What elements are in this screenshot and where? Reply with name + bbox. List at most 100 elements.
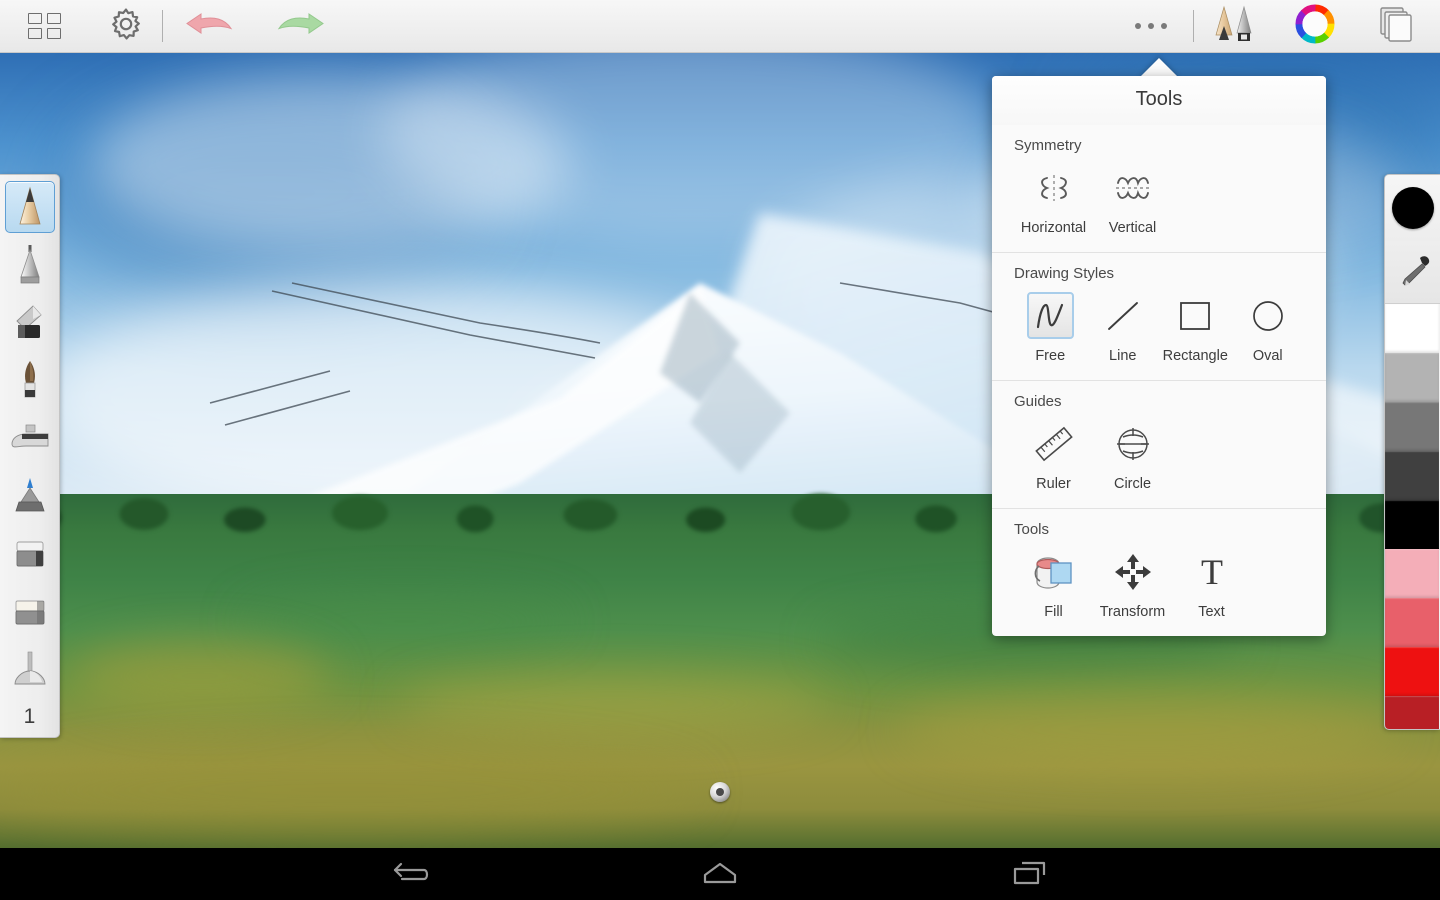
color-palette [1384, 174, 1440, 730]
canvas-field-blob [70, 641, 330, 712]
more-dots-icon [1135, 23, 1167, 29]
nav-home-button[interactable] [685, 848, 755, 900]
color-swatch[interactable] [1385, 304, 1439, 353]
pencil-pen-icon [1211, 3, 1261, 50]
section-items: Free Line Rectangle Oval [1014, 292, 1304, 364]
symmetry-vertical-icon [1109, 164, 1156, 211]
tool-item-free[interactable]: Free [1014, 292, 1087, 364]
line-icon [1107, 301, 1138, 330]
tool-item-line[interactable]: Line [1087, 292, 1160, 364]
gallery-button[interactable] [0, 0, 90, 53]
round-brush-icon [24, 361, 35, 398]
brush-item-marker[interactable] [5, 471, 55, 523]
brush-item-eraser-hard[interactable] [5, 529, 55, 581]
eyedropper-button[interactable] [1385, 241, 1440, 304]
color-swatch[interactable] [1385, 598, 1439, 647]
nav-recents-button[interactable] [995, 848, 1065, 900]
gear-icon [109, 7, 143, 46]
rectangle-icon [1172, 292, 1219, 339]
tool-item-vertical[interactable]: Vertical [1093, 164, 1172, 236]
brushes-button[interactable] [1194, 0, 1278, 53]
color-swatch[interactable] [1385, 500, 1439, 549]
ruler-icon [1030, 420, 1077, 467]
circle-guide-icon [1109, 420, 1156, 467]
toolbar-divider [162, 10, 163, 42]
tool-item-label: Text [1198, 604, 1225, 620]
color-swatch-list [1385, 304, 1440, 729]
color-swatch[interactable] [1385, 549, 1439, 598]
android-navigation-bar [0, 848, 1440, 900]
tools-popover: Tools Symmetry Horizontal Vertical Drawing … [992, 76, 1326, 636]
layers-icon [1375, 4, 1417, 49]
text-icon: T [1188, 548, 1235, 595]
transform-icon [1114, 553, 1151, 590]
color-wheel-icon [1295, 3, 1335, 49]
tool-item-oval[interactable]: Oval [1232, 292, 1305, 364]
color-swatch[interactable] [1385, 353, 1439, 402]
eraser-hard-icon [16, 541, 43, 567]
popover-title: Tools [992, 76, 1326, 125]
oval-icon [1244, 292, 1291, 339]
line-icon [1099, 292, 1146, 339]
tool-item-label: Circle [1113, 476, 1152, 492]
undo-button[interactable] [163, 0, 255, 53]
section-heading: Tools [1014, 521, 1050, 538]
section-heading: Drawing Styles [1014, 265, 1115, 282]
eraser-soft-icon [15, 600, 44, 625]
free-draw-icon [1037, 303, 1064, 328]
current-color-swatch[interactable] [1385, 175, 1440, 241]
tool-item-circle[interactable]: Circle [1093, 420, 1172, 492]
canvas-field-blob [400, 673, 830, 734]
eyedropper-icon [1402, 256, 1429, 286]
brush-item-eraser-soft[interactable] [5, 587, 55, 639]
brush-item-pen[interactable] [5, 239, 55, 291]
free-draw-icon [1026, 292, 1074, 339]
canvas-field-blob [0, 744, 700, 835]
tool-item-label: Vertical [1108, 220, 1157, 236]
brush-item-smudge[interactable] [5, 645, 55, 697]
color-swatch[interactable] [1385, 451, 1439, 500]
tool-item-rectangle[interactable]: Rectangle [1159, 292, 1232, 364]
tool-item-transform[interactable]: Transform [1093, 548, 1172, 620]
section-heading: Guides [1014, 393, 1062, 410]
section-heading: Symmetry [1014, 137, 1082, 154]
tool-item-label: Rectangle [1162, 348, 1228, 364]
popover-arrow [1139, 58, 1179, 78]
pencil-icon [18, 186, 41, 225]
brush-item-pencil[interactable] [4, 181, 55, 233]
redo-arrow-icon [277, 9, 325, 44]
brush-item-ink-pen[interactable] [5, 413, 55, 465]
settings-button[interactable] [90, 0, 162, 53]
color-swatch[interactable] [1385, 402, 1439, 451]
redo-button[interactable] [255, 0, 347, 53]
canvas-pivot-handle[interactable] [710, 782, 730, 802]
back-arrow-icon [393, 862, 429, 881]
symmetry-vertical-icon [1115, 176, 1150, 199]
app-root: 1 Tools Symmetry Horizontal Vertical Drawin… [0, 0, 1440, 900]
svg-text:T: T [1201, 552, 1223, 592]
ruler-icon [1034, 426, 1073, 461]
color-swatch[interactable] [1385, 647, 1439, 696]
more-button[interactable] [1109, 0, 1193, 53]
ink-pen-icon [11, 424, 48, 448]
tool-item-fill[interactable]: Fill [1014, 548, 1093, 620]
tool-item-label: Horizontal [1020, 220, 1087, 236]
tool-item-label: Fill [1044, 604, 1063, 620]
canvas-field-blob [240, 593, 570, 649]
brush-item-round-brush[interactable] [5, 355, 55, 407]
undo-arrow-icon [185, 9, 233, 44]
brush-item-flat-brush[interactable] [5, 297, 55, 349]
grid-icon [28, 13, 62, 39]
tool-item-ruler[interactable]: Ruler [1014, 420, 1093, 492]
top-toolbar [0, 0, 1440, 53]
transform-icon [1109, 548, 1156, 595]
nav-back-button[interactable] [375, 848, 445, 900]
color-wheel-button[interactable] [1278, 0, 1352, 53]
marker-icon [14, 478, 45, 512]
color-swatch[interactable] [1385, 696, 1439, 729]
tool-item-text[interactable]: T Text [1172, 548, 1251, 621]
pen-icon [19, 245, 40, 284]
canvas-field-blob [900, 689, 1400, 769]
layers-button[interactable] [1352, 0, 1440, 53]
tool-item-horizontal[interactable]: Horizontal [1014, 164, 1093, 236]
